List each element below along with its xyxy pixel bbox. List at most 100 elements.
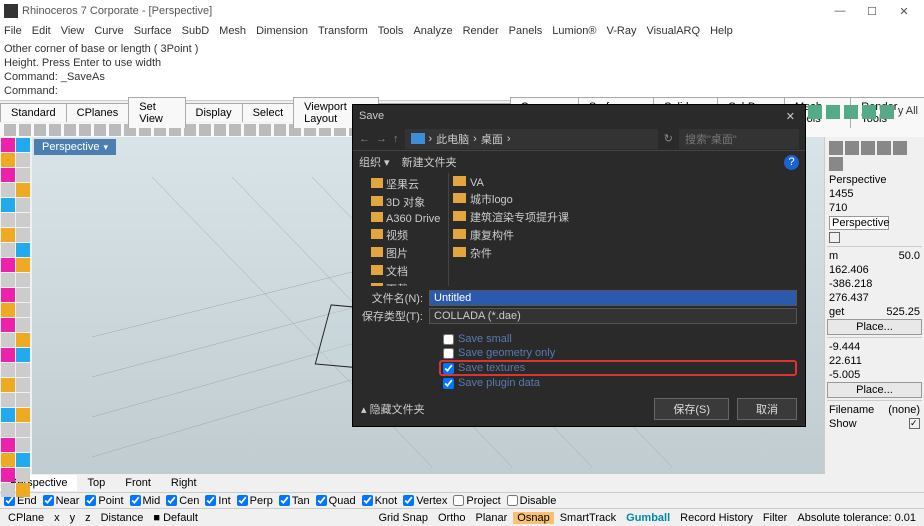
tool-icon[interactable] [1, 168, 15, 182]
toolbar-icon[interactable] [49, 124, 61, 136]
tool-icon[interactable] [1, 318, 15, 332]
tool-icon[interactable] [16, 468, 30, 482]
toolbar-icon[interactable] [79, 124, 91, 136]
tool-icon[interactable] [1, 333, 15, 347]
menu-item[interactable]: Help [710, 25, 733, 37]
tool-icon[interactable] [1, 378, 15, 392]
panel-icon[interactable] [845, 141, 859, 155]
menu-item[interactable]: SubD [182, 25, 210, 37]
toolbar-tab[interactable]: CPlanes [66, 103, 130, 122]
tool-icon[interactable] [16, 273, 30, 287]
tree-item[interactable]: A360 Drive [357, 211, 444, 226]
organize-menu[interactable]: 组织 ▾ [359, 154, 390, 170]
status-toggle[interactable]: SmartTrack [556, 512, 620, 524]
tool-icon[interactable] [1, 213, 15, 227]
menu-item[interactable]: Tools [378, 25, 404, 37]
cancel-button[interactable]: 取消 [737, 398, 797, 420]
tool-icon[interactable] [16, 303, 30, 317]
breadcrumb[interactable]: 此电脑 [436, 131, 469, 147]
menu-item[interactable]: V-Ray [606, 25, 636, 37]
tool-icon[interactable] [16, 423, 30, 437]
tool-icon[interactable] [16, 438, 30, 452]
place-button[interactable]: Place... [827, 319, 922, 335]
tool-icon[interactable] [1, 363, 15, 377]
tool-icon[interactable] [1, 408, 15, 422]
toolbar-tab[interactable]: Standard [0, 103, 67, 122]
menu-item[interactable]: VisualARQ [646, 25, 700, 37]
osnap-checkbox[interactable] [507, 495, 518, 506]
tool-icon[interactable] [826, 105, 840, 119]
address-bar[interactable]: › 此电脑 › 桌面 › [405, 129, 658, 149]
tool-icon[interactable] [1, 138, 15, 152]
search-input[interactable]: 搜索"桌面" [679, 129, 799, 149]
tool-icon[interactable] [1, 483, 15, 497]
osnap-checkbox[interactable] [362, 495, 373, 506]
menu-item[interactable]: Render [463, 25, 499, 37]
tool-icon[interactable] [16, 288, 30, 302]
tool-icon[interactable] [16, 363, 30, 377]
save-button[interactable]: 保存(S) [654, 398, 729, 420]
tool-icon[interactable] [16, 183, 30, 197]
refresh-button[interactable]: ↻ [664, 132, 673, 145]
close-button[interactable]: ✕ [888, 5, 920, 18]
tool-icon[interactable] [1, 183, 15, 197]
menu-item[interactable]: Surface [134, 25, 172, 37]
menu-item[interactable]: Transform [318, 25, 368, 37]
toolbar-icon[interactable] [34, 124, 46, 136]
tool-icon[interactable] [1, 453, 15, 467]
tree-item[interactable]: 图片 [357, 244, 444, 262]
tool-icon[interactable] [1, 393, 15, 407]
tool-icon[interactable] [16, 258, 30, 272]
tool-icon[interactable] [862, 105, 876, 119]
toolbar-icon[interactable] [274, 124, 286, 136]
tool-icon[interactable] [16, 393, 30, 407]
status-toggle[interactable]: Record History [676, 512, 757, 524]
tool-icon[interactable] [16, 168, 30, 182]
menu-item[interactable]: Mesh [219, 25, 246, 37]
nav-forward-button[interactable]: → [376, 133, 387, 145]
save-geometry-checkbox[interactable] [443, 348, 454, 359]
tool-icon[interactable] [1, 243, 15, 257]
tool-icon[interactable] [1, 348, 15, 362]
osnap-checkbox[interactable] [279, 495, 290, 506]
show-check[interactable] [909, 418, 920, 429]
maximize-button[interactable]: ☐ [856, 5, 888, 18]
toolbar-tab[interactable]: Select [242, 103, 295, 122]
panel-icon[interactable] [829, 141, 843, 155]
tool-icon[interactable] [16, 378, 30, 392]
tool-icon[interactable] [1, 423, 15, 437]
toolbar-tab[interactable]: Set View [128, 97, 185, 128]
tool-icon[interactable] [844, 105, 858, 119]
menu-item[interactable]: Lumion® [552, 25, 596, 37]
tool-icon[interactable] [16, 153, 30, 167]
osnap-checkbox[interactable] [237, 495, 248, 506]
help-icon[interactable]: ? [784, 155, 799, 170]
menu-item[interactable]: Analyze [413, 25, 452, 37]
panel-icon[interactable] [861, 141, 875, 155]
status-toggle[interactable]: Ortho [434, 512, 470, 524]
osnap-checkbox[interactable] [205, 495, 216, 506]
tool-icon[interactable] [1, 468, 15, 482]
dialog-close-button[interactable]: ✕ [782, 110, 799, 123]
tool-icon[interactable] [1, 258, 15, 272]
tool-icon[interactable] [16, 138, 30, 152]
toolbar-icon[interactable] [229, 124, 241, 136]
save-small-checkbox[interactable] [443, 334, 454, 345]
osnap-checkbox[interactable] [85, 495, 96, 506]
tool-icon[interactable] [1, 153, 15, 167]
status-item[interactable]: ■ Default [149, 512, 202, 524]
filetype-select[interactable]: COLLADA (*.dae) [429, 308, 797, 324]
tool-icon[interactable] [16, 408, 30, 422]
panel-icon[interactable] [829, 157, 843, 171]
menu-item[interactable]: Curve [94, 25, 123, 37]
tree-item[interactable]: 3D 对象 [357, 193, 444, 211]
menu-item[interactable]: Panels [509, 25, 543, 37]
menu-item[interactable]: Edit [32, 25, 51, 37]
tool-icon[interactable] [16, 318, 30, 332]
tool-icon[interactable] [16, 453, 30, 467]
status-toggle[interactable]: Grid Snap [374, 512, 432, 524]
osnap-checkbox[interactable] [130, 495, 141, 506]
new-folder-button[interactable]: 新建文件夹 [402, 154, 457, 170]
osnap-checkbox[interactable] [43, 495, 54, 506]
toolbar-icon[interactable] [199, 124, 211, 136]
